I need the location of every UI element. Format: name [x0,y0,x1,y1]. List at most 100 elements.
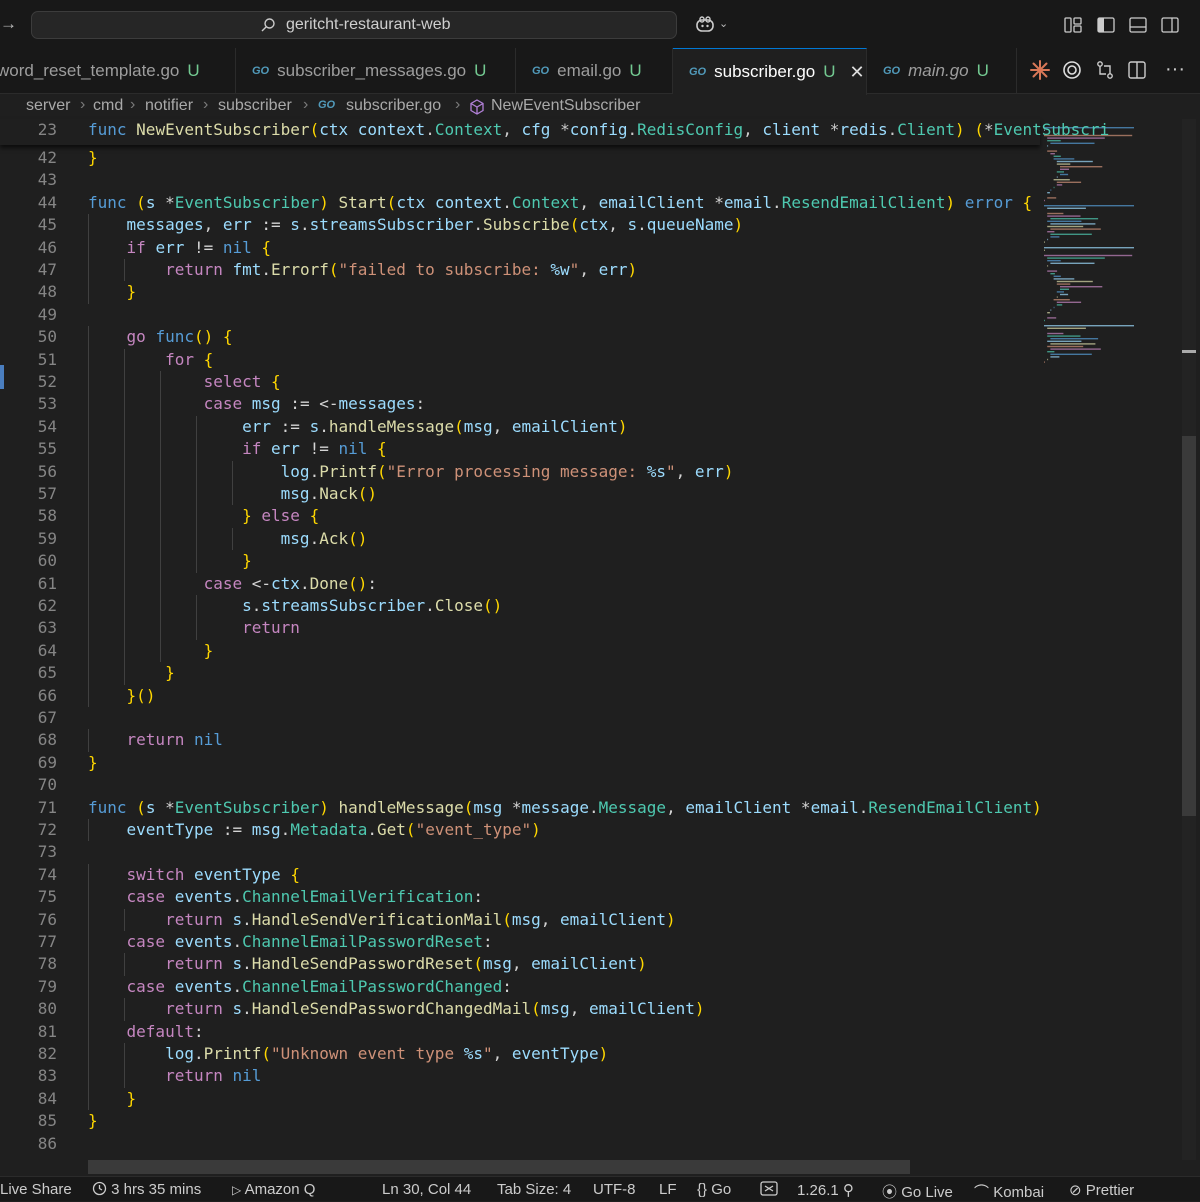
time-tracker[interactable]: 3 hrs 35 mins [92,1181,201,1198]
code-line[interactable]: 66 }() [0,685,1040,707]
tab-password-reset-template[interactable]: word_reset_template.go U [0,48,236,94]
chatgpt-icon[interactable] [1062,60,1082,85]
code-line[interactable]: 71 func (s *EventSubscriber) handleMessag… [0,797,1040,819]
code-line[interactable]: 51 for { [0,349,1040,371]
minimap-line [1050,273,1055,275]
amazon-q-status[interactable]: ▷ Amazon Q [232,1181,315,1198]
encoding[interactable]: UTF-8 [593,1181,636,1198]
end-of-line[interactable]: LF [659,1181,677,1198]
code-line[interactable]: 45 messages, err := s.streamsSubscriber.… [0,214,1040,236]
toggle-panel-icon[interactable] [1129,17,1147,38]
code-line[interactable]: 72 eventType := msg.Metadata.Get("event_… [0,819,1040,841]
chevron-down-icon[interactable]: ⌄ [719,17,728,30]
indent-guide [160,595,162,618]
code-line[interactable]: 42} [0,147,1040,169]
code-line[interactable]: 84 } [0,1088,1040,1110]
toggle-primary-sidebar-icon[interactable] [1097,17,1115,38]
code-line[interactable]: 67 [0,707,1040,729]
minimap-line [1053,278,1075,280]
claude-icon[interactable] [1030,60,1050,85]
prettier-status[interactable]: ⊘ Prettier [1069,1181,1134,1199]
breadcrumb-file[interactable]: subscriber.go [346,97,441,115]
code-line[interactable]: 48 } [0,281,1040,303]
code-line[interactable]: 70 [0,774,1040,796]
code-line[interactable]: 61 case <-ctx.Done(): [0,573,1040,595]
code-line[interactable]: 60 } [0,550,1040,572]
tab-subscriber[interactable]: GO subscriber.go U ✕ [673,48,867,95]
close-icon[interactable]: ✕ [850,62,865,83]
command-center-search[interactable]: geritcht-restaurant-web [31,11,677,39]
code-line[interactable]: 68 return nil [0,729,1040,751]
tab-size[interactable]: Tab Size: 4 [497,1181,571,1198]
code-line[interactable]: 73 [0,841,1040,863]
code-line[interactable]: 53 case msg := <-messages: [0,393,1040,415]
indent-guide [88,729,89,752]
code-line[interactable]: 77 case events.ChannelEmailPasswordReset… [0,931,1040,953]
language-label: Go [711,1181,732,1198]
live-share-status[interactable]: Live Share [0,1181,72,1198]
code-line[interactable]: 85} [0,1110,1040,1132]
code-line[interactable]: 49 [0,304,1040,326]
code-line[interactable]: 79 case events.ChannelEmailPasswordChang… [0,976,1040,998]
breadcrumb-notifier[interactable]: notifier [145,97,193,115]
code-line[interactable]: 50 go func() { [0,326,1040,348]
code-line[interactable]: 58 } else { [0,505,1040,527]
code-line[interactable]: 76 return s.HandleSendVerificationMail(m… [0,909,1040,931]
breadcrumb-cmd[interactable]: cmd [93,97,123,115]
code-line[interactable]: 52 select { [0,371,1040,393]
toggle-secondary-sidebar-icon[interactable] [1161,17,1179,38]
minimap[interactable] [1040,119,1182,1160]
code-line[interactable]: 44 func (s *EventSubscriber) Start(ctx co… [0,192,1040,214]
code-line[interactable]: 86 [0,1133,1040,1155]
kombai-status[interactable]: ⌒ Kombai [974,1181,1044,1202]
split-editor-icon[interactable] [1127,60,1147,85]
go-tools-icon[interactable] [760,1181,778,1198]
code-line[interactable]: 78 return s.HandleSendPasswordReset(msg,… [0,953,1040,975]
code-line[interactable]: 55 if err != nil { [0,438,1040,460]
code-line[interactable]: 74 switch eventType { [0,864,1040,886]
go-live-status[interactable]: ⦿ Go Live [882,1181,953,1202]
code-line[interactable]: 54 err := s.handleMessage(msg, emailClie… [0,416,1040,438]
code-line[interactable]: 69} [0,752,1040,774]
horizontal-scrollbar-thumb[interactable] [88,1160,910,1174]
line-number: 48 [37,282,57,302]
minimap-line [1044,254,1133,257]
sticky-scroll-line[interactable]: 23 func NewEventSubscriber(ctx context.C… [0,119,1109,145]
code-line[interactable]: 83 return nil [0,1065,1040,1087]
code-line[interactable]: 65 } [0,662,1040,684]
code-line[interactable]: 80 return s.HandleSendPasswordChangedMai… [0,998,1040,1020]
breadcrumb-server[interactable]: server [26,97,70,115]
indent-guide [124,617,126,640]
code-line[interactable]: 56 log.Printf("Error processing message:… [0,461,1040,483]
cursor-position[interactable]: Ln 30, Col 44 [382,1181,471,1198]
code-line[interactable]: 57 msg.Nack() [0,483,1040,505]
scrollbar-thumb[interactable] [1182,436,1196,816]
compare-changes-icon[interactable] [1095,60,1115,85]
breadcrumb-subscriber[interactable]: subscriber [218,97,292,115]
code-line[interactable]: 64 } [0,640,1040,662]
code-line[interactable]: 43 [0,169,1040,191]
code-line[interactable]: 46 if err != nil { [0,237,1040,259]
minimap-line [1047,238,1049,241]
code-line[interactable]: 59 msg.Ack() [0,528,1040,550]
go-version[interactable]: 1.26.1 ⚲ [797,1181,854,1199]
tab-main[interactable]: GO main.go U [867,48,1017,94]
code-line[interactable]: 82 log.Printf("Unknown event type %s", e… [0,1043,1040,1065]
code-line[interactable]: 62 s.streamsSubscriber.Close() [0,595,1040,617]
code-editor[interactable]: 42} 43 44 func (s *EventSubscriber) Start(c… [0,119,1040,1160]
code-line[interactable]: 63 return [0,617,1040,639]
code-text: switch eventType { [126,864,300,884]
breadcrumb: server › cmd › notifier › subscriber › G… [0,95,1040,117]
code-line[interactable]: 81 default: [0,1021,1040,1043]
code-line[interactable]: 75 case events.ChannelEmailVerification: [0,886,1040,908]
tab-email[interactable]: GO email.go U [516,48,673,94]
copilot-icon[interactable]: ⌄ [695,15,728,38]
customize-layout-icon[interactable] [1064,17,1082,38]
tab-subscriber-messages[interactable]: GO subscriber_messages.go U [236,48,516,94]
indent-guide [88,953,89,976]
breadcrumb-symbol[interactable]: NewEventSubscriber [491,97,640,115]
forward-arrow-icon[interactable]: → [0,14,17,34]
code-line[interactable]: 47 return fmt.Errorf("failed to subscrib… [0,259,1040,281]
language-mode[interactable]: {} Go [697,1181,731,1198]
more-actions-icon[interactable]: ··· [1165,58,1185,81]
